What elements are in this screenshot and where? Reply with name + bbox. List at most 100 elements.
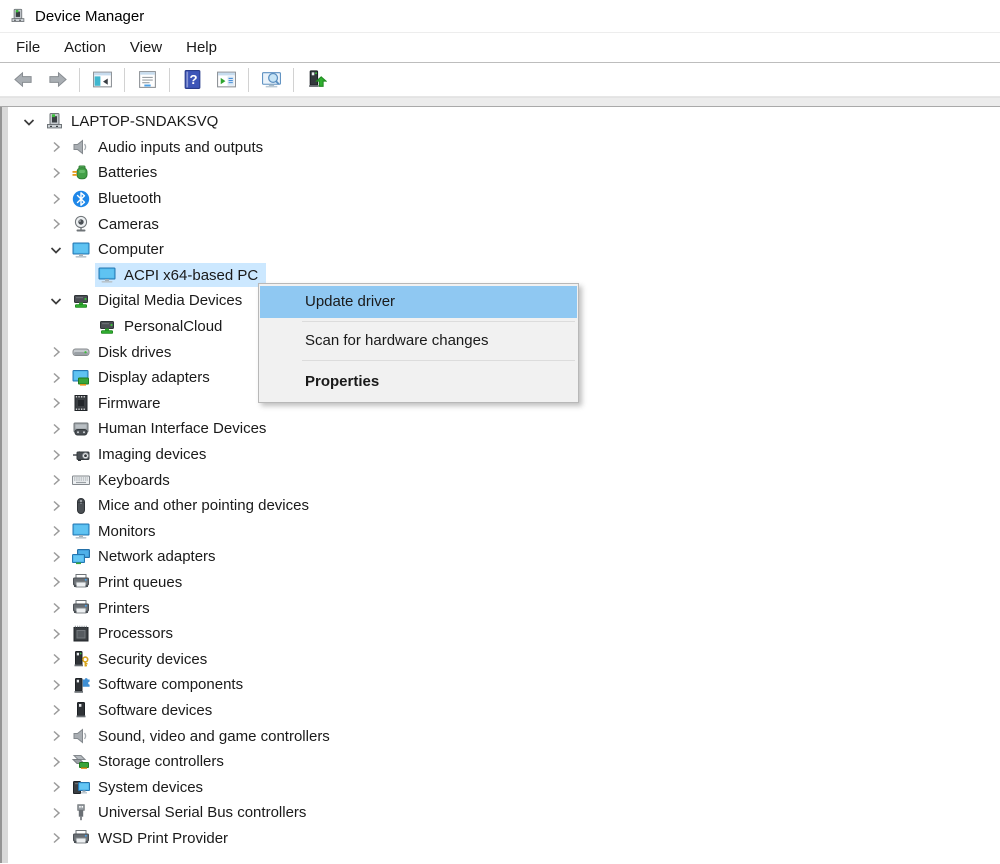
chevron-right-icon[interactable] bbox=[48, 216, 64, 232]
monitor-icon bbox=[71, 240, 91, 260]
menu-file[interactable]: File bbox=[16, 39, 40, 56]
device-manager-icon bbox=[44, 112, 64, 132]
action-pane-button[interactable] bbox=[211, 66, 241, 94]
device-tree: LAPTOP-SNDAKSVQAudio inputs and outputsB… bbox=[8, 107, 1000, 863]
tree-item-storage-controllers[interactable]: Storage controllers bbox=[8, 749, 1000, 775]
tree-item-universal-serial-bus-controllers[interactable]: Universal Serial Bus controllers bbox=[8, 800, 1000, 826]
context-menu-item-properties[interactable]: Properties bbox=[260, 364, 577, 400]
tree-item-label: Display adapters bbox=[98, 369, 210, 386]
tree-item-label: Digital Media Devices bbox=[98, 292, 242, 309]
update-driver-toolbar-icon bbox=[306, 69, 327, 90]
tree-item-software-components[interactable]: Software components bbox=[8, 672, 1000, 698]
tree-item-keyboards[interactable]: Keyboards bbox=[8, 467, 1000, 493]
chevron-right-icon[interactable] bbox=[48, 498, 64, 514]
scan-for-hardware-changes-button[interactable] bbox=[256, 66, 286, 94]
chevron-right-icon[interactable] bbox=[48, 549, 64, 565]
chevron-right-icon[interactable] bbox=[48, 395, 64, 411]
forward-button[interactable] bbox=[42, 66, 72, 94]
chevron-right-icon[interactable] bbox=[48, 344, 64, 360]
chevron-right-icon[interactable] bbox=[48, 421, 64, 437]
tree-item-wsd-print-provider[interactable]: WSD Print Provider bbox=[8, 826, 1000, 852]
printer-icon bbox=[71, 598, 91, 618]
chevron-right-icon[interactable] bbox=[48, 651, 64, 667]
chevron-right-icon[interactable] bbox=[48, 600, 64, 616]
row-content: Network adapters bbox=[69, 545, 224, 569]
chevron-right-icon[interactable] bbox=[48, 447, 64, 463]
tree-item-cameras[interactable]: Cameras bbox=[8, 211, 1000, 237]
show-hide-console-tree-button[interactable] bbox=[87, 66, 117, 94]
tree-item-print-queues[interactable]: Print queues bbox=[8, 570, 1000, 596]
tree-item-software-devices[interactable]: Software devices bbox=[8, 698, 1000, 724]
tree-item-label: Mice and other pointing devices bbox=[98, 497, 309, 514]
chevron-down-icon[interactable] bbox=[21, 114, 37, 130]
chevron-right-icon[interactable] bbox=[48, 677, 64, 693]
tree-item-label: Monitors bbox=[98, 523, 156, 540]
row-content: Disk drives bbox=[69, 340, 179, 364]
row-content: Keyboards bbox=[69, 468, 178, 492]
tree-item-printers[interactable]: Printers bbox=[8, 595, 1000, 621]
chevron-right-icon[interactable] bbox=[48, 779, 64, 795]
tree-item-laptop-sndaksvq[interactable]: LAPTOP-SNDAKSVQ bbox=[8, 109, 1000, 135]
chevron-right-icon[interactable] bbox=[48, 165, 64, 181]
back-button[interactable] bbox=[8, 66, 38, 94]
tree-item-security-devices[interactable]: Security devices bbox=[8, 646, 1000, 672]
row-content: Print queues bbox=[69, 570, 190, 594]
chevron-right-icon[interactable] bbox=[48, 574, 64, 590]
chevron-placeholder bbox=[74, 319, 90, 335]
chevron-right-icon[interactable] bbox=[48, 626, 64, 642]
title-bar: Device Manager bbox=[0, 0, 1000, 33]
chevron-down-icon[interactable] bbox=[48, 293, 64, 309]
row-content: Imaging devices bbox=[69, 443, 214, 467]
audio-icon bbox=[71, 726, 91, 746]
row-content: Security devices bbox=[69, 647, 215, 671]
tree-item-system-devices[interactable]: System devices bbox=[8, 774, 1000, 800]
tree-item-network-adapters[interactable]: Network adapters bbox=[8, 544, 1000, 570]
tree-item-processors[interactable]: Processors bbox=[8, 621, 1000, 647]
chevron-right-icon[interactable] bbox=[48, 523, 64, 539]
content-area: LAPTOP-SNDAKSVQAudio inputs and outputsB… bbox=[0, 107, 1000, 863]
printer-icon bbox=[71, 828, 91, 848]
help-button[interactable]: ? bbox=[177, 66, 207, 94]
chevron-right-icon[interactable] bbox=[48, 472, 64, 488]
chevron-right-icon[interactable] bbox=[48, 702, 64, 718]
tree-item-monitors[interactable]: Monitors bbox=[8, 519, 1000, 545]
row-content: Printers bbox=[69, 596, 158, 620]
printer-icon bbox=[71, 572, 91, 592]
tree-item-label: Bluetooth bbox=[98, 190, 161, 207]
context-menu-item-update-driver[interactable]: Update driver bbox=[260, 286, 577, 318]
toolbar: ? bbox=[0, 63, 1000, 97]
chevron-down-icon[interactable] bbox=[48, 242, 64, 258]
chevron-right-icon[interactable] bbox=[48, 830, 64, 846]
tree-item-sound-video-and-game-controllers[interactable]: Sound, video and game controllers bbox=[8, 723, 1000, 749]
chevron-right-icon[interactable] bbox=[48, 754, 64, 770]
tree-item-label: Imaging devices bbox=[98, 446, 206, 463]
properties-button[interactable] bbox=[132, 66, 162, 94]
tree-item-imaging-devices[interactable]: Imaging devices bbox=[8, 442, 1000, 468]
menu-action[interactable]: Action bbox=[64, 39, 106, 56]
tree-item-bluetooth[interactable]: Bluetooth bbox=[8, 186, 1000, 212]
display-adapter-icon bbox=[71, 368, 91, 388]
chevron-right-icon[interactable] bbox=[48, 139, 64, 155]
tree-item-label: Cameras bbox=[98, 216, 159, 233]
tree-item-computer[interactable]: Computer bbox=[8, 237, 1000, 263]
toolbar-separator bbox=[79, 68, 80, 92]
menu-view[interactable]: View bbox=[130, 39, 162, 56]
context-menu-item-scan-for-hardware-changes[interactable]: Scan for hardware changes bbox=[260, 325, 577, 357]
chevron-right-icon[interactable] bbox=[48, 191, 64, 207]
tree-item-mice-and-other-pointing-devices[interactable]: Mice and other pointing devices bbox=[8, 493, 1000, 519]
context-menu: Update driver Scan for hardware changes Pr… bbox=[258, 283, 579, 403]
tree-item-batteries[interactable]: Batteries bbox=[8, 160, 1000, 186]
update-driver-button[interactable] bbox=[301, 66, 331, 94]
row-content: Software devices bbox=[69, 698, 220, 722]
tree-item-audio-inputs-and-outputs[interactable]: Audio inputs and outputs bbox=[8, 135, 1000, 161]
row-content: Digital Media Devices bbox=[69, 289, 250, 313]
chevron-right-icon[interactable] bbox=[48, 728, 64, 744]
menu-help[interactable]: Help bbox=[186, 39, 217, 56]
action-pane-icon bbox=[216, 69, 237, 90]
chevron-right-icon[interactable] bbox=[48, 370, 64, 386]
monitor-icon bbox=[71, 521, 91, 541]
firmware-icon bbox=[71, 393, 91, 413]
tree-item-label: Disk drives bbox=[98, 344, 171, 361]
tree-item-human-interface-devices[interactable]: Human Interface Devices bbox=[8, 416, 1000, 442]
chevron-right-icon[interactable] bbox=[48, 805, 64, 821]
